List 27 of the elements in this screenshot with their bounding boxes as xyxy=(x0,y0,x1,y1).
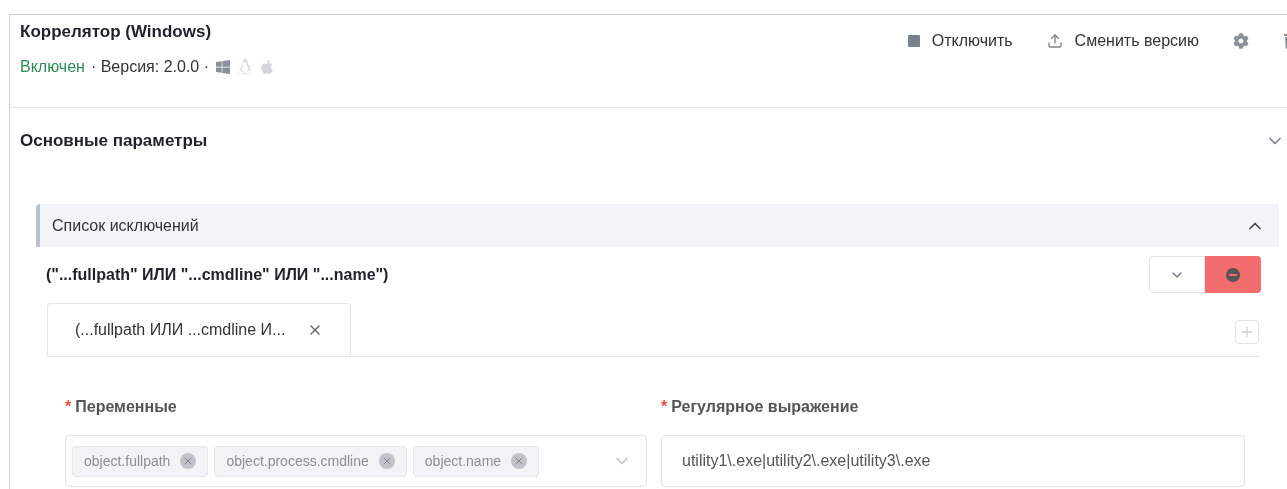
panel-title: Список исключений xyxy=(52,215,199,236)
required-mark: * xyxy=(65,397,72,417)
plus-icon xyxy=(1239,324,1255,340)
upload-icon xyxy=(1046,33,1063,49)
panel-header[interactable]: Список исключений xyxy=(36,204,1279,247)
rule-tab[interactable]: (...fullpath ИЛИ ...cmdline И... xyxy=(47,303,352,356)
field-label: Переменные xyxy=(75,397,177,417)
required-mark: * xyxy=(661,397,668,417)
tag-chip: object.fullpath xyxy=(72,445,209,477)
settings-icon[interactable] xyxy=(1233,33,1249,49)
stop-icon xyxy=(907,35,920,47)
remove-tag-icon[interactable] xyxy=(378,453,395,469)
version-text: · Версия: 2.0.0 · xyxy=(90,56,209,77)
status-text: Включен xyxy=(20,56,85,77)
tag-chip: object.process.cmdline xyxy=(214,445,407,477)
header-action-button[interactable]: Сменить версию xyxy=(1046,29,1199,53)
section-title: Основные параметры xyxy=(20,130,208,153)
rule-title: ("...fullpath" ИЛИ "...cmdline" ИЛИ "...name") xyxy=(46,264,389,285)
field-label: Регулярное выражение xyxy=(671,397,859,417)
tag-chip: object.name xyxy=(412,445,540,477)
header-action-button[interactable]: Отключить xyxy=(907,29,1013,53)
regex-input-field[interactable]: utility1\.exe|utility2\.exe|utility3\.exe xyxy=(661,435,1245,487)
plugin-title: Коррелятор (Windows) xyxy=(20,21,213,43)
delete-button[interactable] xyxy=(1205,256,1261,293)
tab-label: (...fullpath ИЛИ ...cmdline И... xyxy=(75,320,286,340)
remove-tag-icon[interactable] xyxy=(511,453,528,469)
remove-tag-icon[interactable] xyxy=(180,453,197,469)
